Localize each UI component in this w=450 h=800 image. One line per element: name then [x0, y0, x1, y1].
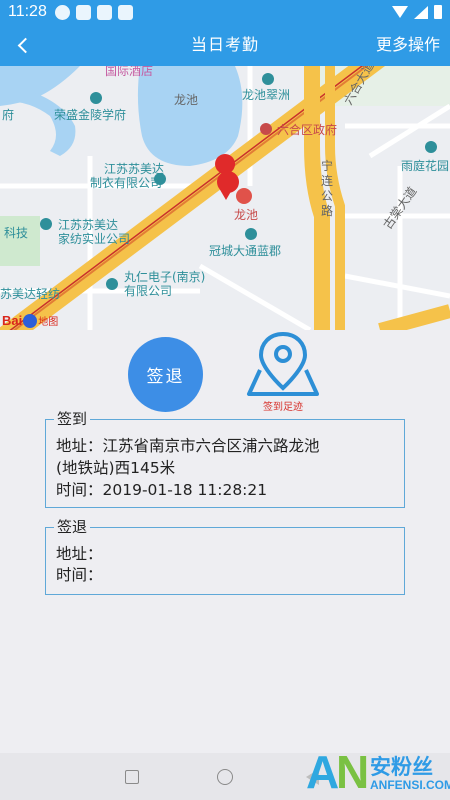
map-label: 制衣有限公司: [90, 176, 163, 190]
map-label: 连: [321, 174, 334, 188]
signout-title: 签退: [54, 518, 91, 536]
signin-title: 签到: [54, 410, 91, 428]
anfensi-watermark: A N 安粉丝 ANFENSI.COM: [306, 746, 450, 798]
map-label: 龙池: [234, 208, 259, 222]
home-icon[interactable]: [217, 769, 233, 785]
map-label: 府: [2, 108, 15, 122]
back-button[interactable]: [6, 28, 40, 62]
battery-icon: [434, 5, 442, 19]
nav-bar: 当日考勤 更多操作: [0, 24, 450, 66]
signin-address-line2: (地铁站)西145米: [56, 459, 176, 477]
signout-time: 时间：: [56, 566, 103, 584]
more-actions-button[interactable]: 更多操作: [376, 24, 440, 66]
status-bar: 11:28: [0, 0, 450, 24]
message-icon: [54, 4, 70, 20]
map-label: 公: [321, 189, 334, 203]
wifi-icon: [392, 6, 408, 18]
signal-icon: [414, 5, 428, 19]
map-label: 江苏苏美达: [104, 162, 165, 176]
checkin-track-label: 签到足迹: [263, 402, 303, 413]
map-label: 科技: [4, 226, 29, 240]
map-label: 苏美达轻纺: [0, 287, 61, 301]
map-view[interactable]: 国际酒店 龙池 龙池翠洲 六合区政府 荣盛金陵学府 雨庭花园 江苏苏美达 制衣有…: [0, 66, 450, 330]
map-label: 龙池翠洲: [242, 88, 291, 102]
map-label: 荣盛金陵学府: [54, 108, 127, 122]
signout-record: 签退 地址： 时间：: [45, 518, 405, 595]
map-label: 宁: [321, 159, 334, 173]
map-label: 雨庭花园: [401, 159, 450, 173]
map-graphics: [0, 66, 450, 330]
map-label: 冠城大通蓝郡: [209, 244, 282, 258]
map-label: 龙池: [174, 93, 199, 107]
location-pin-icon: [247, 331, 319, 396]
baidu-paw-icon: [23, 313, 38, 328]
signin-address-line1: 地址：江苏省南京市六合区浦六路龙池: [56, 437, 320, 455]
status-time: 11:28: [8, 3, 47, 20]
app-notification-icon: [75, 4, 91, 20]
map-label: 有限公司: [124, 284, 173, 298]
image-icon: [117, 4, 133, 20]
map-label: 家纺实业公司: [58, 232, 131, 246]
signout-address: 地址：: [56, 545, 103, 563]
recent-apps-icon[interactable]: [125, 770, 139, 784]
map-label: 丸仁电子(南京): [124, 270, 206, 284]
signin-record: 签到 地址：江苏省南京市六合区浦六路龙池 (地铁站)西145米 时间：2019-…: [45, 410, 405, 508]
map-label: 路: [321, 204, 334, 218]
checkin-track-button[interactable]: 签到足迹: [241, 330, 325, 413]
signin-time: 时间：2019-01-18 11:28:21: [56, 481, 268, 499]
signout-button[interactable]: 签退: [128, 337, 203, 412]
map-label: 国际酒店: [105, 66, 154, 78]
baidu-map-logo: Bai 地图: [2, 313, 59, 328]
map-label: 江苏苏美达: [58, 218, 119, 232]
app-notification-icon-2: [96, 4, 112, 20]
chevron-left-icon: [17, 37, 33, 53]
map-label: 六合区政府: [277, 123, 338, 137]
